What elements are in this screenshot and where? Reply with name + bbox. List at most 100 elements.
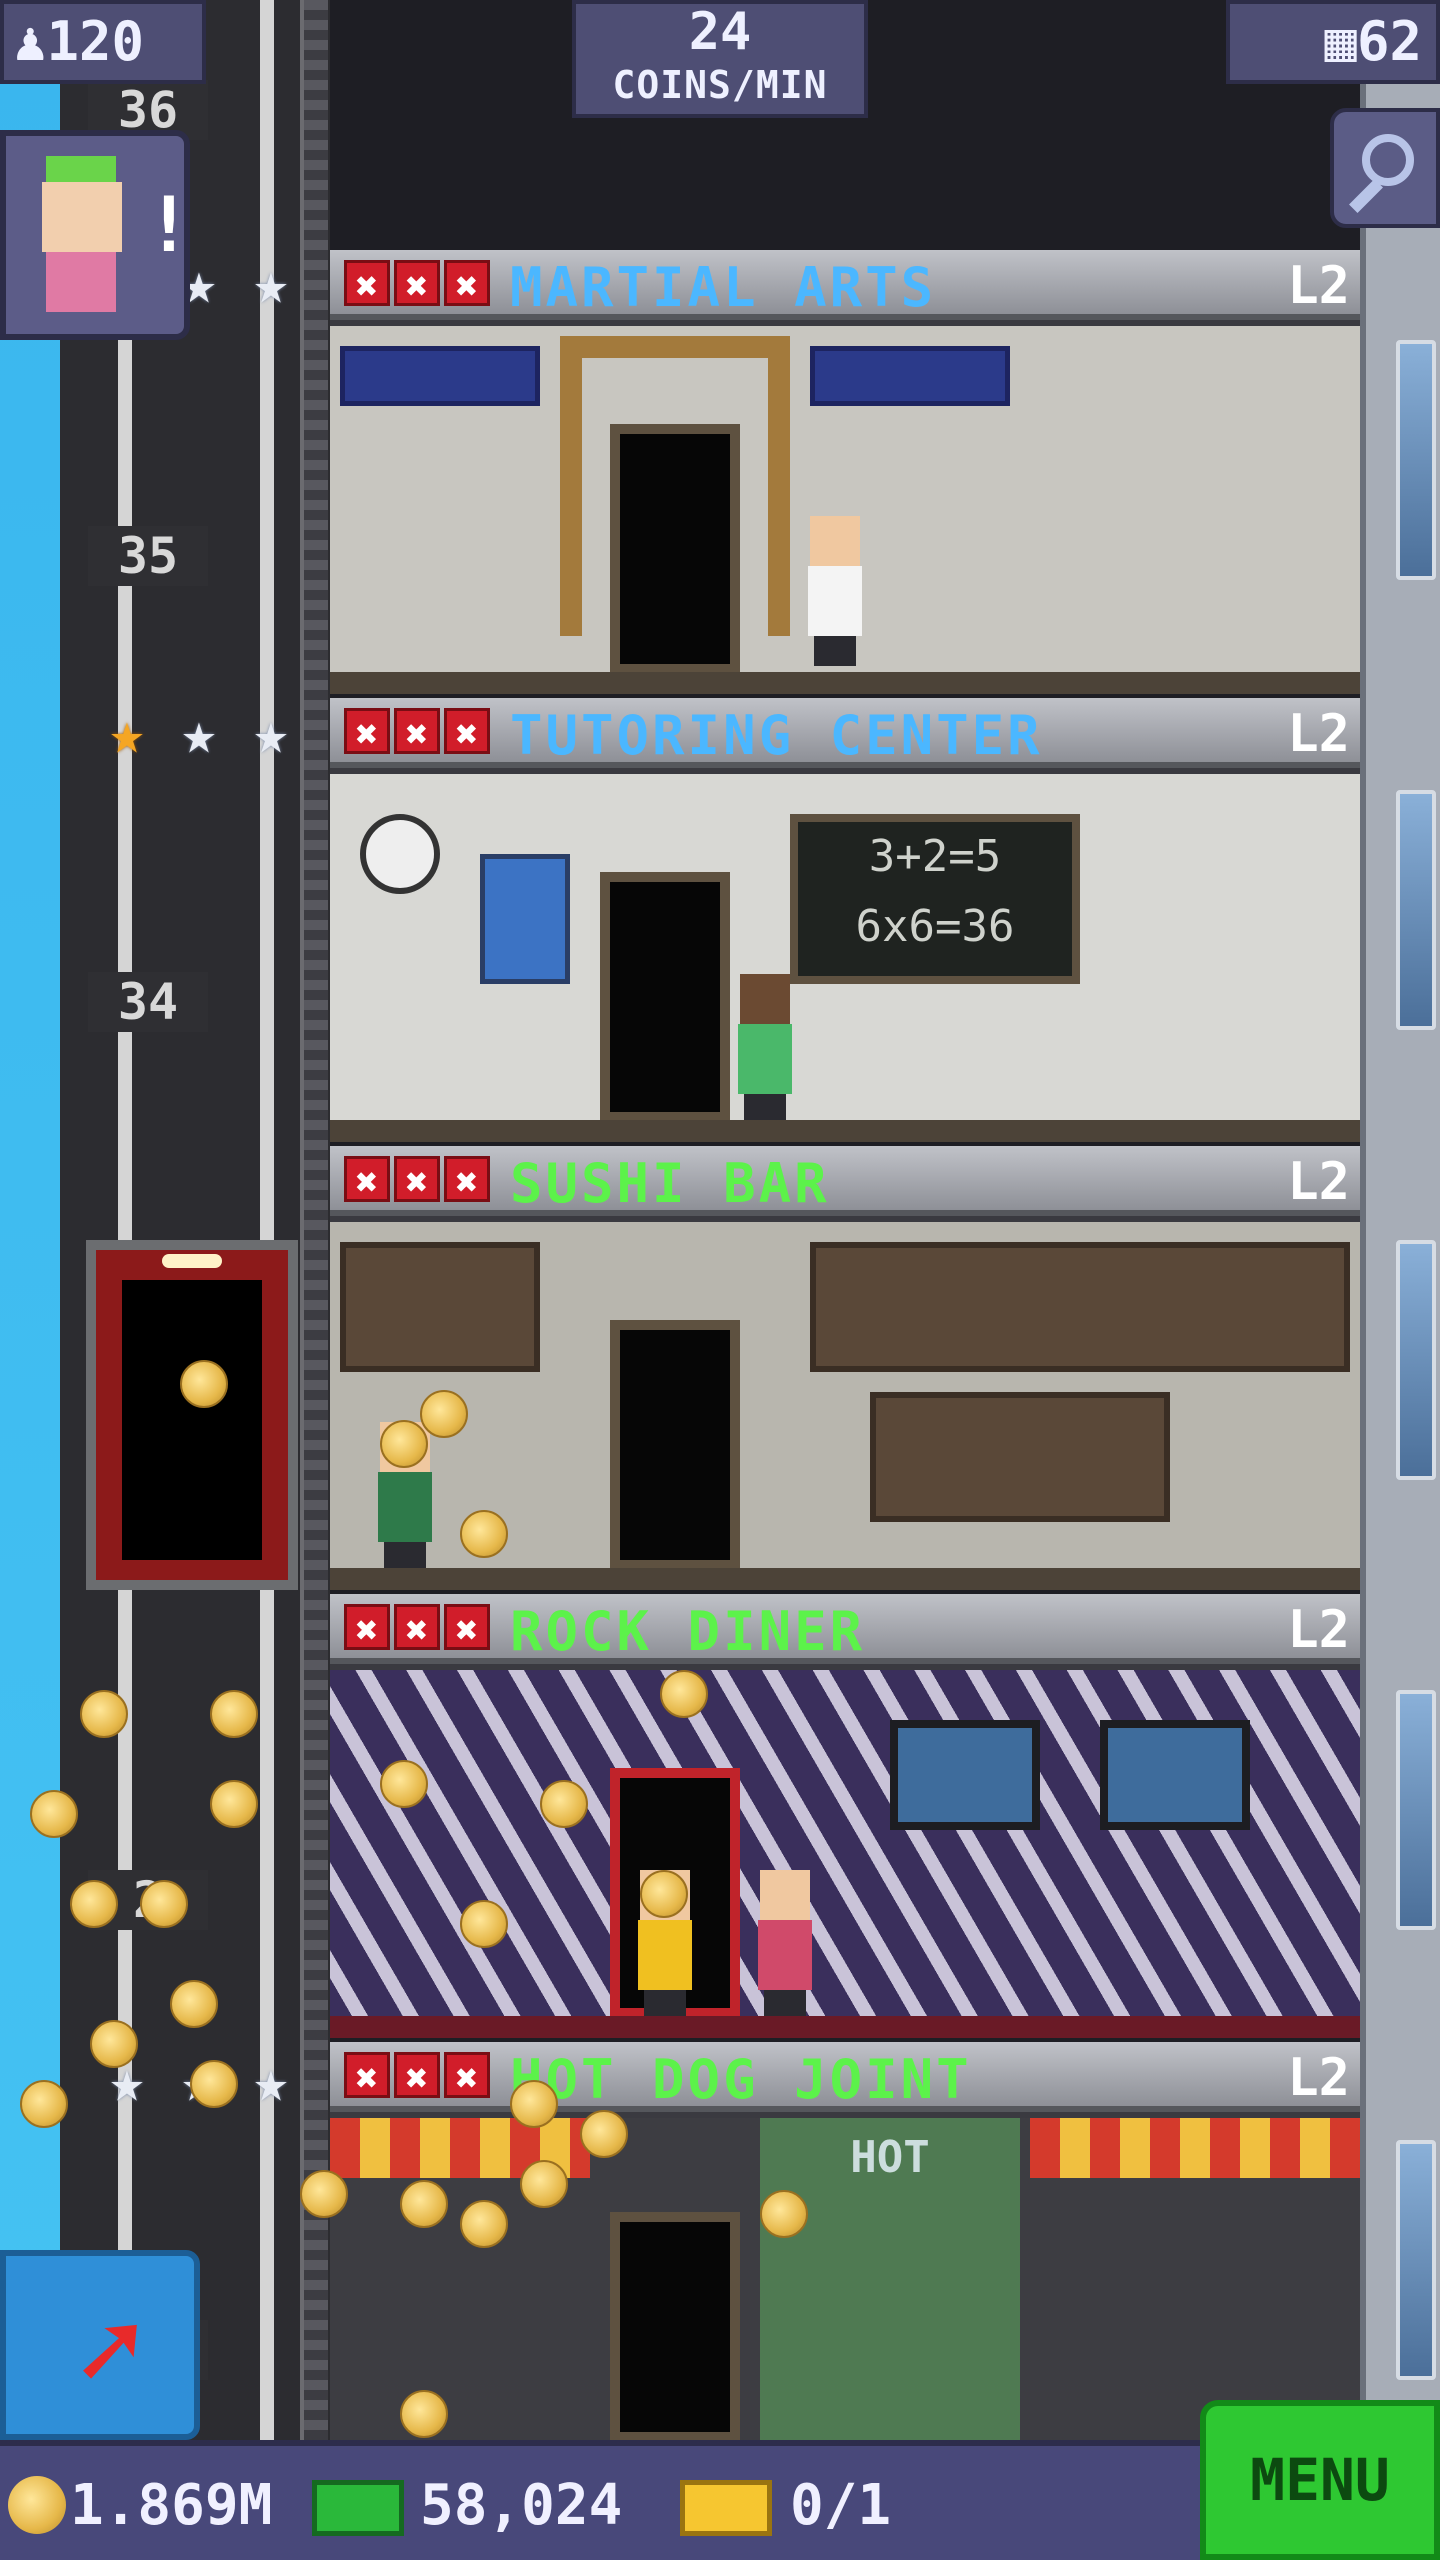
coin-particle[interactable]: [30, 1790, 78, 1838]
stock-empty-icon: ✖: [394, 708, 440, 756]
person-body: [638, 1920, 692, 1990]
room-floor: [330, 1568, 1360, 1590]
person-legs: [814, 636, 856, 666]
shaft-floor-number: 35: [88, 526, 208, 586]
coin-particle[interactable]: [760, 2190, 808, 2238]
room-interior: HOT: [330, 2118, 1360, 2442]
floor-label-bar: ✖ ✖ ✖ TUTORING CENTER L2: [330, 698, 1360, 768]
stock-empty-icon: ✖: [344, 1156, 390, 1204]
menu-button[interactable]: MENU: [1200, 2400, 1440, 2560]
coin-particle[interactable]: [210, 1780, 258, 1828]
population-counter[interactable]: ♟120: [0, 0, 206, 84]
coin-particle[interactable]: [540, 1780, 588, 1828]
visitor-face: [42, 182, 122, 252]
blackboard-line: 6x6=36: [855, 901, 1015, 952]
person-icon: ♟: [14, 10, 47, 73]
person[interactable]: [750, 1870, 820, 2020]
star-icon: ★: [253, 2047, 289, 2115]
floor-name: HOT DOG JOINT: [510, 2048, 972, 2111]
bux-balance: 58,024: [420, 2473, 623, 2538]
find-button[interactable]: [1330, 108, 1440, 228]
population-value: 120: [46, 10, 145, 73]
coin-particle[interactable]: [20, 2080, 68, 2128]
floor-level: L2: [1287, 704, 1350, 764]
coin-particle[interactable]: [380, 1760, 428, 1808]
sushi-counter: [870, 1392, 1170, 1522]
gold-star-icon: ★: [109, 699, 145, 767]
stock-empty-icon: ✖: [344, 260, 390, 308]
game-screen: 36 35 34 2 1 ★ ★ ★ ★ ★ ★ ★ ★ ★ ✖ ✖ ✖ MAR…: [0, 0, 1440, 2560]
coin-particle[interactable]: [80, 1690, 128, 1738]
coin-particle[interactable]: [660, 1670, 708, 1718]
paper-window: [810, 1242, 1350, 1372]
coin-particle[interactable]: [170, 1980, 218, 2028]
coin-particle[interactable]: [90, 2020, 138, 2068]
coin-particle[interactable]: [180, 1360, 228, 1408]
exclamation-icon: !: [146, 180, 192, 269]
person[interactable]: [800, 516, 870, 666]
coin-particle[interactable]: [580, 2110, 628, 2158]
floor-level: L2: [1287, 2048, 1350, 2108]
coin-particle[interactable]: [460, 1510, 508, 1558]
shaft-ladder: [300, 0, 328, 2450]
hot-sign: HOT: [760, 2118, 1020, 2442]
floor-tutoring-center[interactable]: ✖ ✖ ✖ TUTORING CENTER L2 3+2=5 6x6=36: [330, 698, 1360, 1142]
room-interior: 3+2=5 6x6=36: [330, 774, 1360, 1142]
coins-rate-unit: COINS/MIN: [612, 63, 828, 107]
coin-particle[interactable]: [380, 1420, 428, 1468]
person[interactable]: [730, 974, 800, 1124]
coin-particle[interactable]: [400, 2390, 448, 2438]
stock-indicators: ✖ ✖ ✖: [344, 708, 490, 756]
shaft-floor-number: 34: [88, 972, 208, 1032]
room-door: [610, 424, 740, 674]
blackboard-line: 3+2=5: [868, 831, 1002, 882]
coin-particle[interactable]: [400, 2180, 448, 2228]
coin-particle[interactable]: [510, 2080, 558, 2128]
visitor-hat: [46, 156, 116, 182]
stock-indicators: ✖ ✖ ✖: [344, 1604, 490, 1652]
floor-name: TUTORING CENTER: [510, 704, 1043, 767]
coin-icon: [8, 2476, 66, 2534]
coin-particle[interactable]: [140, 1880, 188, 1928]
floor-counter[interactable]: ▦62: [1226, 0, 1440, 84]
coin-particle[interactable]: [520, 2160, 568, 2208]
elevator-car[interactable]: [86, 1240, 298, 1590]
stock-empty-icon: ✖: [394, 1156, 440, 1204]
floor-label-bar: ✖ ✖ ✖ ROCK DINER L2: [330, 1594, 1360, 1664]
room-floor: [330, 2016, 1360, 2038]
room-door: [610, 2212, 740, 2442]
coin-particle[interactable]: [210, 1690, 258, 1738]
person-body: [808, 566, 862, 636]
coin-particle[interactable]: [300, 2170, 348, 2218]
floor-label-bar: ✖ ✖ ✖ HOT DOG JOINT L2: [330, 2042, 1360, 2112]
building-right-wall: [1360, 0, 1440, 2560]
blackboard: 3+2=5 6x6=36: [790, 814, 1080, 984]
floor-name: ROCK DINER: [510, 1600, 866, 1663]
magnifier-handle: [1349, 179, 1383, 213]
stock-empty-icon: ✖: [444, 708, 490, 756]
coin-particle[interactable]: [640, 1870, 688, 1918]
bux-icon: [312, 2480, 404, 2536]
stock-indicators: ✖ ✖ ✖: [344, 2052, 490, 2100]
coin-particle[interactable]: [460, 1900, 508, 1948]
golden-ticket-count: 0/1: [790, 2473, 892, 2538]
floor-martial-arts[interactable]: ✖ ✖ ✖ MARTIAL ARTS L2: [330, 250, 1360, 694]
window-pane: [1396, 1240, 1436, 1480]
floor-rock-diner[interactable]: ✖ ✖ ✖ ROCK DINER L2: [330, 1594, 1360, 2038]
stock-empty-icon: ✖: [344, 708, 390, 756]
star-icon: ★: [253, 249, 289, 317]
wall-banner: [810, 346, 1010, 406]
coin-particle[interactable]: [190, 2060, 238, 2108]
window-pane: [1396, 1690, 1436, 1930]
coins-rate-value: 24: [688, 2, 752, 62]
coin-particle[interactable]: [460, 2200, 508, 2248]
go-up-button[interactable]: ➚: [0, 2250, 200, 2440]
stock-indicators: ✖ ✖ ✖: [344, 1156, 490, 1204]
magnifier-icon: [1362, 134, 1414, 186]
floor-count-value: 62: [1356, 10, 1422, 73]
coin-particle[interactable]: [70, 1880, 118, 1928]
stock-empty-icon: ✖: [394, 1604, 440, 1652]
visitor-notification[interactable]: !: [0, 130, 192, 340]
coin-particle[interactable]: [420, 1390, 468, 1438]
floor-star-rating: ★ ★ ★: [96, 702, 302, 764]
